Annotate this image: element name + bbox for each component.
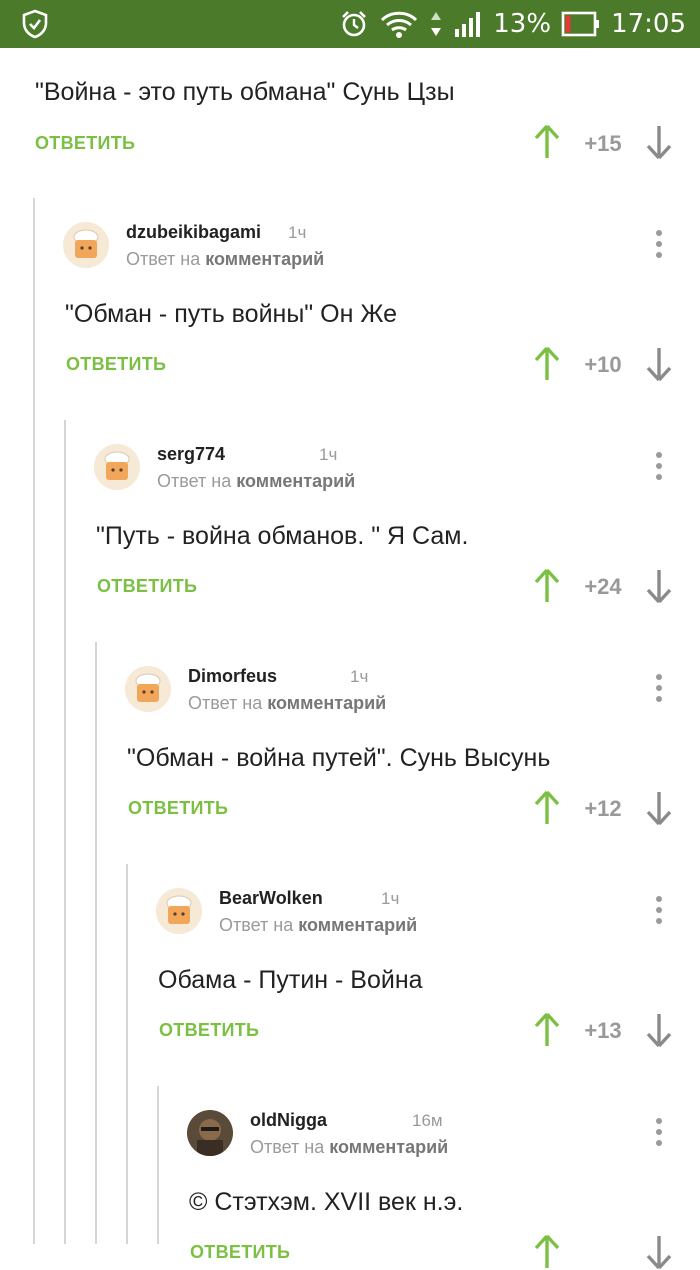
avatar[interactable]: [156, 888, 202, 934]
thread-line: [95, 642, 97, 1244]
shield-check-icon: [22, 9, 48, 39]
more-options-icon[interactable]: [652, 1118, 666, 1150]
thread-line: [126, 864, 128, 1244]
avatar[interactable]: [63, 222, 109, 268]
downvote-arrow-icon[interactable]: [644, 568, 674, 604]
score: +10: [584, 352, 622, 377]
more-options-icon[interactable]: [652, 452, 666, 484]
reply-to-prefix: Ответ на: [126, 249, 201, 269]
reply-to-prefix: Ответ на: [250, 1137, 325, 1157]
comment-text: "Война - это путь обмана" Сунь Цзы: [35, 78, 455, 106]
reply-to-link[interactable]: комментарий: [236, 471, 355, 491]
comment-text: "Обман - война путей". Сунь Высунь: [127, 744, 551, 772]
reply-button[interactable]: ОТВЕТИТЬ: [190, 1242, 290, 1263]
reply-button[interactable]: ОТВЕТИТЬ: [97, 576, 197, 597]
downvote-arrow-icon[interactable]: [644, 1012, 674, 1048]
comment-time: 1ч: [288, 223, 307, 242]
score: +12: [584, 796, 622, 821]
comment-time: 1ч: [350, 667, 369, 686]
downvote-arrow-icon[interactable]: [644, 346, 674, 382]
reply-button[interactable]: ОТВЕТИТЬ: [35, 133, 135, 154]
username[interactable]: BearWolken: [219, 888, 323, 909]
comment-time: 1ч: [319, 445, 338, 464]
username[interactable]: dzubeikibagami: [126, 222, 261, 243]
reply-to-line: Ответ на комментарий: [250, 1137, 448, 1158]
avatar[interactable]: [187, 1110, 233, 1156]
comment-text: Обама - Путин - Война: [158, 966, 423, 994]
comment-text: "Обман - путь войны" Он Же: [65, 300, 398, 328]
clock: 17:05: [611, 9, 686, 39]
upvote-arrow-icon[interactable]: [532, 1234, 562, 1270]
data-transfer-icon: [431, 12, 442, 36]
reply-to-prefix: Ответ на: [188, 693, 263, 713]
more-options-icon[interactable]: [652, 230, 666, 262]
reply-button[interactable]: ОТВЕТИТЬ: [128, 798, 228, 819]
thread-line: [157, 1086, 159, 1244]
score: +13: [584, 1018, 622, 1043]
avatar[interactable]: [94, 444, 140, 490]
comment-text: "Путь - война обманов. " Я Сам.: [96, 522, 469, 550]
upvote-arrow-icon[interactable]: [532, 124, 562, 160]
thread-line: [33, 198, 35, 1244]
signal-icon: [455, 12, 481, 37]
username[interactable]: serg774: [157, 444, 225, 465]
score: +24: [584, 574, 622, 599]
upvote-arrow-icon[interactable]: [532, 1012, 562, 1048]
battery-percent: 13%: [493, 9, 552, 39]
upvote-arrow-icon[interactable]: [532, 790, 562, 826]
upvote-arrow-icon[interactable]: [532, 346, 562, 382]
reply-to-prefix: Ответ на: [219, 915, 294, 935]
more-options-icon[interactable]: [652, 674, 666, 706]
comment-time: 16м: [412, 1111, 443, 1130]
reply-to-link[interactable]: комментарий: [267, 693, 386, 713]
score: +15: [584, 131, 622, 156]
avatar[interactable]: [125, 666, 171, 712]
reply-button[interactable]: ОТВЕТИТЬ: [159, 1020, 259, 1041]
reply-to-prefix: Ответ на: [157, 471, 232, 491]
status-bar: 13% 17:05: [0, 0, 700, 48]
reply-button[interactable]: ОТВЕТИТЬ: [66, 354, 166, 375]
battery-icon: [561, 11, 600, 37]
reply-to-link[interactable]: комментарий: [298, 915, 417, 935]
more-options-icon[interactable]: [652, 896, 666, 928]
comment-text: © Стэтхэм. XVII век н.э.: [189, 1188, 464, 1216]
reply-to-line: Ответ на комментарий: [157, 471, 355, 492]
comment-time: 1ч: [381, 889, 400, 908]
downvote-arrow-icon[interactable]: [644, 124, 674, 160]
reply-to-line: Ответ на комментарий: [219, 915, 417, 936]
username[interactable]: oldNigga: [250, 1110, 327, 1131]
alarm-icon: [342, 11, 367, 37]
upvote-arrow-icon[interactable]: [532, 568, 562, 604]
reply-to-line: Ответ на комментарий: [188, 693, 386, 714]
downvote-arrow-icon[interactable]: [644, 790, 674, 826]
reply-to-link[interactable]: комментарий: [205, 249, 324, 269]
downvote-arrow-icon[interactable]: [644, 1234, 674, 1270]
wifi-icon: [381, 11, 418, 38]
username[interactable]: Dimorfeus: [188, 666, 277, 687]
reply-to-link[interactable]: комментарий: [329, 1137, 448, 1157]
thread-line: [64, 420, 66, 1244]
reply-to-line: Ответ на комментарий: [126, 249, 324, 270]
